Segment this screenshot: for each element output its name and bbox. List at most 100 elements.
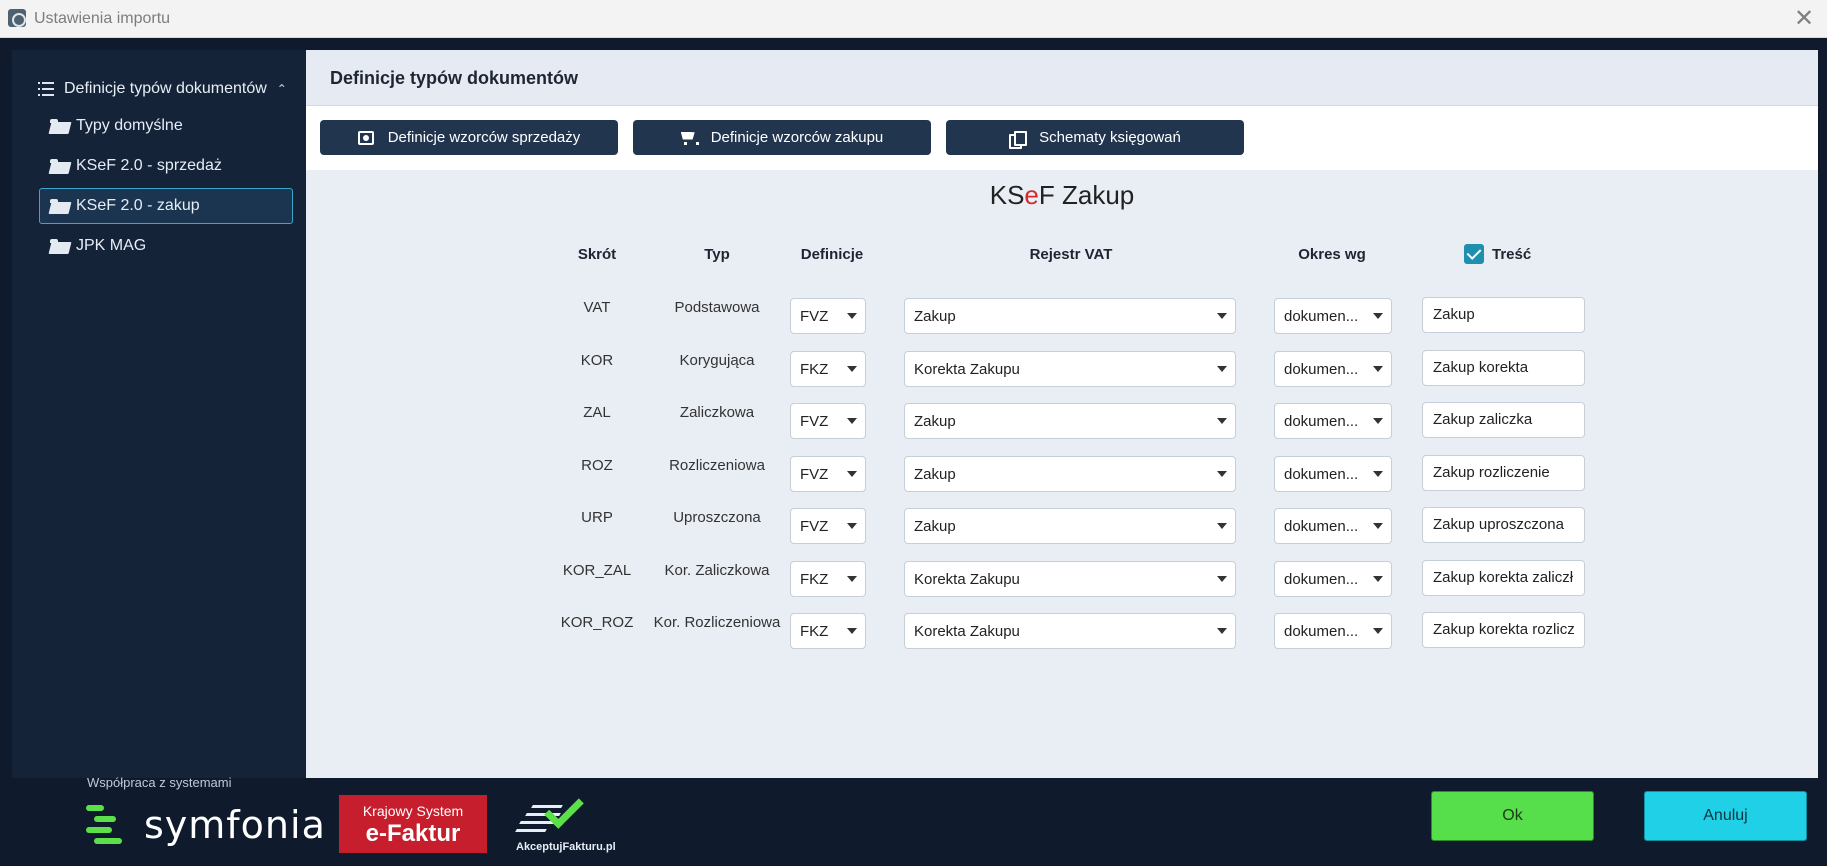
vat-register-select[interactable]: Zakup [904, 456, 1236, 492]
section-title-prefix: KS [989, 180, 1025, 210]
dropdown-arrow-icon [1373, 576, 1383, 582]
dropdown-arrow-icon [1373, 366, 1383, 372]
period-select-value: dokumen... [1284, 622, 1359, 640]
section-title-accent: e [1024, 180, 1039, 210]
column-header-tresc: Treść [1492, 246, 1532, 263]
description-input[interactable]: Zakup korekta rozlicz [1422, 612, 1585, 648]
cell-skrot: KOR_ROZ [560, 614, 634, 631]
dropdown-arrow-icon [1373, 628, 1383, 634]
definition-select-value: FKZ [800, 622, 829, 640]
column-header-rejestr-vat: Rejestr VAT [1029, 246, 1113, 263]
vat-register-select-value: Zakup [914, 465, 956, 483]
description-input[interactable]: Zakup korekta [1422, 350, 1585, 386]
sidebar-item-jpk-mag[interactable]: JPK MAG [39, 228, 293, 264]
description-input[interactable]: Zakup rozliczenie [1422, 455, 1585, 491]
vat-register-select[interactable]: Zakup [904, 508, 1236, 544]
definition-select-value: FKZ [800, 360, 829, 378]
sidebar-item-typy-domyslne[interactable]: Typy domyślne [39, 108, 293, 144]
sidebar-item-label: Typy domyślne [76, 117, 183, 134]
folder-open-icon [50, 238, 70, 254]
vat-register-select[interactable]: Korekta Zakupu [904, 351, 1236, 387]
description-input[interactable]: Zakup korekta zaliczł [1422, 560, 1585, 596]
vat-register-select[interactable]: Korekta Zakupu [904, 561, 1236, 597]
vat-register-select-value: Zakup [914, 517, 956, 535]
definition-select[interactable]: FKZ [790, 561, 866, 597]
period-select[interactable]: dokumen... [1274, 351, 1392, 387]
folder-open-icon [50, 118, 70, 134]
sales-definitions-button[interactable]: Definicje wzorców sprzedaży [320, 120, 618, 155]
period-select[interactable]: dokumen... [1274, 561, 1392, 597]
period-select[interactable]: dokumen... [1274, 456, 1392, 492]
vat-register-select-value: Korekta Zakupu [914, 360, 1020, 378]
sidebar-header[interactable]: Definicje typów dokumentów ⌃ [38, 77, 287, 101]
efaktur-line1: Krajowy System [362, 803, 464, 819]
period-select[interactable]: dokumen... [1274, 508, 1392, 544]
partners-note: Współpraca z systemami [87, 775, 232, 790]
period-select-value: dokumen... [1284, 517, 1359, 535]
main-panel: Definicje typów dokumentów Definicje wzo… [306, 50, 1818, 778]
symfonia-wordmark: symfonia [144, 803, 326, 847]
dropdown-arrow-icon [1217, 313, 1227, 319]
cell-skrot: ROZ [581, 457, 613, 474]
main-header: Definicje typów dokumentów [306, 50, 1818, 106]
vat-register-select[interactable]: Korekta Zakupu [904, 613, 1236, 649]
folder-open-icon [50, 158, 70, 174]
period-select-value: dokumen... [1284, 307, 1359, 325]
definition-select[interactable]: FVZ [790, 456, 866, 492]
cancel-button[interactable]: Anuluj [1644, 791, 1807, 841]
dropdown-arrow-icon [847, 471, 857, 477]
cell-typ: Kor. Rozliczeniowa [653, 614, 781, 631]
tresc-checkbox[interactable] [1464, 244, 1484, 264]
posting-schemes-label: Schematy księgowań [1039, 129, 1181, 146]
sales-definitions-label: Definicje wzorców sprzedaży [387, 129, 581, 146]
sidebar-item-ksef-sprzedaz[interactable]: KSeF 2.0 - sprzedaż [39, 148, 293, 184]
posting-schemes-button[interactable]: Schematy księgowań [946, 120, 1244, 155]
dropdown-arrow-icon [847, 576, 857, 582]
ok-button[interactable]: Ok [1431, 791, 1594, 841]
section-title: KSeF Zakup [306, 180, 1818, 211]
description-input[interactable]: Zakup [1422, 297, 1585, 333]
period-select[interactable]: dokumen... [1274, 403, 1392, 439]
period-select-value: dokumen... [1284, 465, 1359, 483]
cell-skrot: URP [581, 509, 613, 526]
money-icon [357, 130, 374, 145]
definition-select[interactable]: FKZ [790, 613, 866, 649]
description-input[interactable]: Zakup uproszczona [1422, 507, 1585, 543]
cell-typ: Uproszczona [673, 509, 761, 526]
description-input[interactable]: Zakup zaliczka [1422, 402, 1585, 438]
efaktur-line2: e-Faktur [365, 820, 461, 847]
period-select[interactable]: dokumen... [1274, 298, 1392, 334]
akceptujfakturu-text: AkceptujFakturu.pl [516, 841, 616, 853]
dropdown-arrow-icon [847, 313, 857, 319]
dropdown-arrow-icon [847, 628, 857, 634]
definition-select[interactable]: FKZ [790, 351, 866, 387]
definition-select-value: FVZ [800, 412, 829, 430]
period-select[interactable]: dokumen... [1274, 613, 1392, 649]
definition-select-value: FKZ [800, 570, 829, 588]
list-icon [38, 82, 54, 96]
sidebar-item-label: KSeF 2.0 - zakup [76, 197, 200, 214]
cell-skrot: KOR [580, 352, 614, 369]
dropdown-arrow-icon [1373, 471, 1383, 477]
definition-select[interactable]: FVZ [790, 403, 866, 439]
close-icon[interactable]: ✕ [1791, 5, 1817, 31]
cell-typ: Podstawowa [674, 299, 760, 316]
vat-register-select[interactable]: Zakup [904, 403, 1236, 439]
dropdown-arrow-icon [1217, 366, 1227, 372]
purchase-definitions-button[interactable]: Definicje wzorców zakupu [633, 120, 931, 155]
definition-select[interactable]: FVZ [790, 508, 866, 544]
sidebar-item-ksef-zakup[interactable]: KSeF 2.0 - zakup [39, 188, 293, 224]
cell-typ: Kor. Zaliczkowa [664, 562, 770, 579]
folder-open-icon [50, 198, 70, 214]
definition-select[interactable]: FVZ [790, 298, 866, 334]
title-bar: Ustawienia importu ✕ [0, 0, 1827, 38]
vat-register-select-value: Zakup [914, 412, 956, 430]
sidebar: Definicje typów dokumentów ⌃ Typy domyśl… [12, 50, 306, 778]
vat-register-select[interactable]: Zakup [904, 298, 1236, 334]
cell-skrot: KOR_ZAL [562, 562, 632, 579]
period-select-value: dokumen... [1284, 412, 1359, 430]
dropdown-arrow-icon [1217, 523, 1227, 529]
cart-icon [681, 131, 699, 145]
chevron-up-icon[interactable]: ⌃ [277, 82, 287, 96]
dropdown-arrow-icon [1217, 471, 1227, 477]
